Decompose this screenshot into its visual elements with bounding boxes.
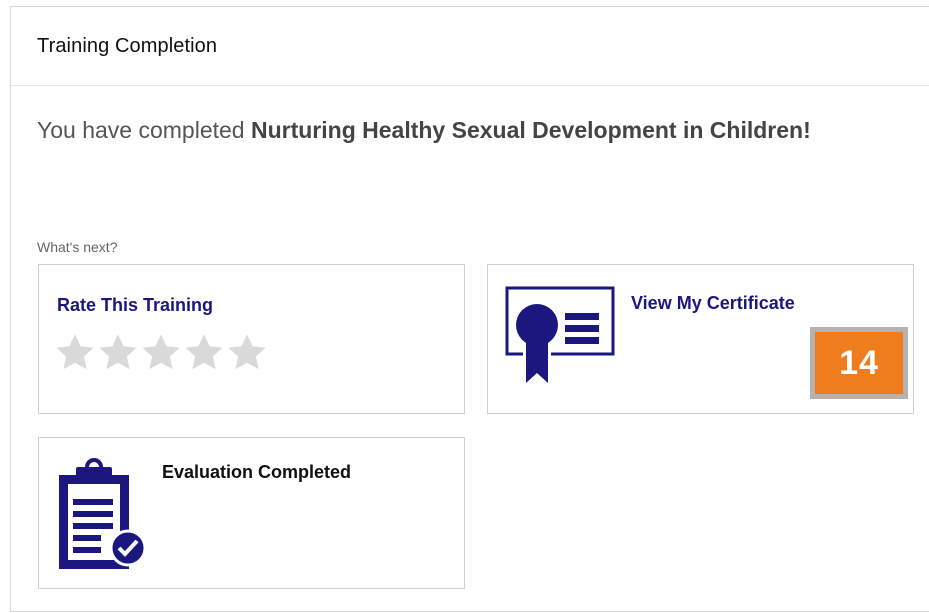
evaluation-completed-title: Evaluation Completed: [162, 462, 352, 482]
view-certificate-card[interactable]: View My Certificate 14: [487, 264, 914, 414]
star-icon-4[interactable]: [184, 333, 224, 371]
certificate-icon[interactable]: [504, 285, 616, 392]
count-badge-value: 14: [815, 332, 903, 394]
training-completion-panel: Training Completion You have completed N…: [10, 6, 929, 612]
star-icon-3[interactable]: [141, 333, 181, 371]
completion-message: You have completed Nurturing Healthy Sex…: [37, 114, 817, 147]
count-badge: 14: [810, 327, 908, 399]
star-rating[interactable]: [55, 333, 267, 371]
rate-training-card[interactable]: Rate This Training: [38, 264, 465, 414]
star-icon-5[interactable]: [227, 333, 267, 371]
course-name: Nurturing Healthy Sexual Development in …: [250, 117, 811, 143]
panel-title: Training Completion: [37, 34, 218, 57]
view-certificate-title[interactable]: View My Certificate: [631, 293, 795, 314]
completion-prefix: You have completed: [37, 117, 251, 143]
star-icon-2[interactable]: [98, 333, 138, 371]
evaluation-card[interactable]: Evaluation Completed: [38, 437, 465, 589]
star-icon-1[interactable]: [55, 333, 95, 371]
clipboard-check-icon: [54, 455, 149, 580]
rate-training-title[interactable]: Rate This Training: [57, 295, 213, 316]
whats-next-label: What's next?: [37, 239, 118, 255]
panel-header: Training Completion: [11, 7, 929, 86]
